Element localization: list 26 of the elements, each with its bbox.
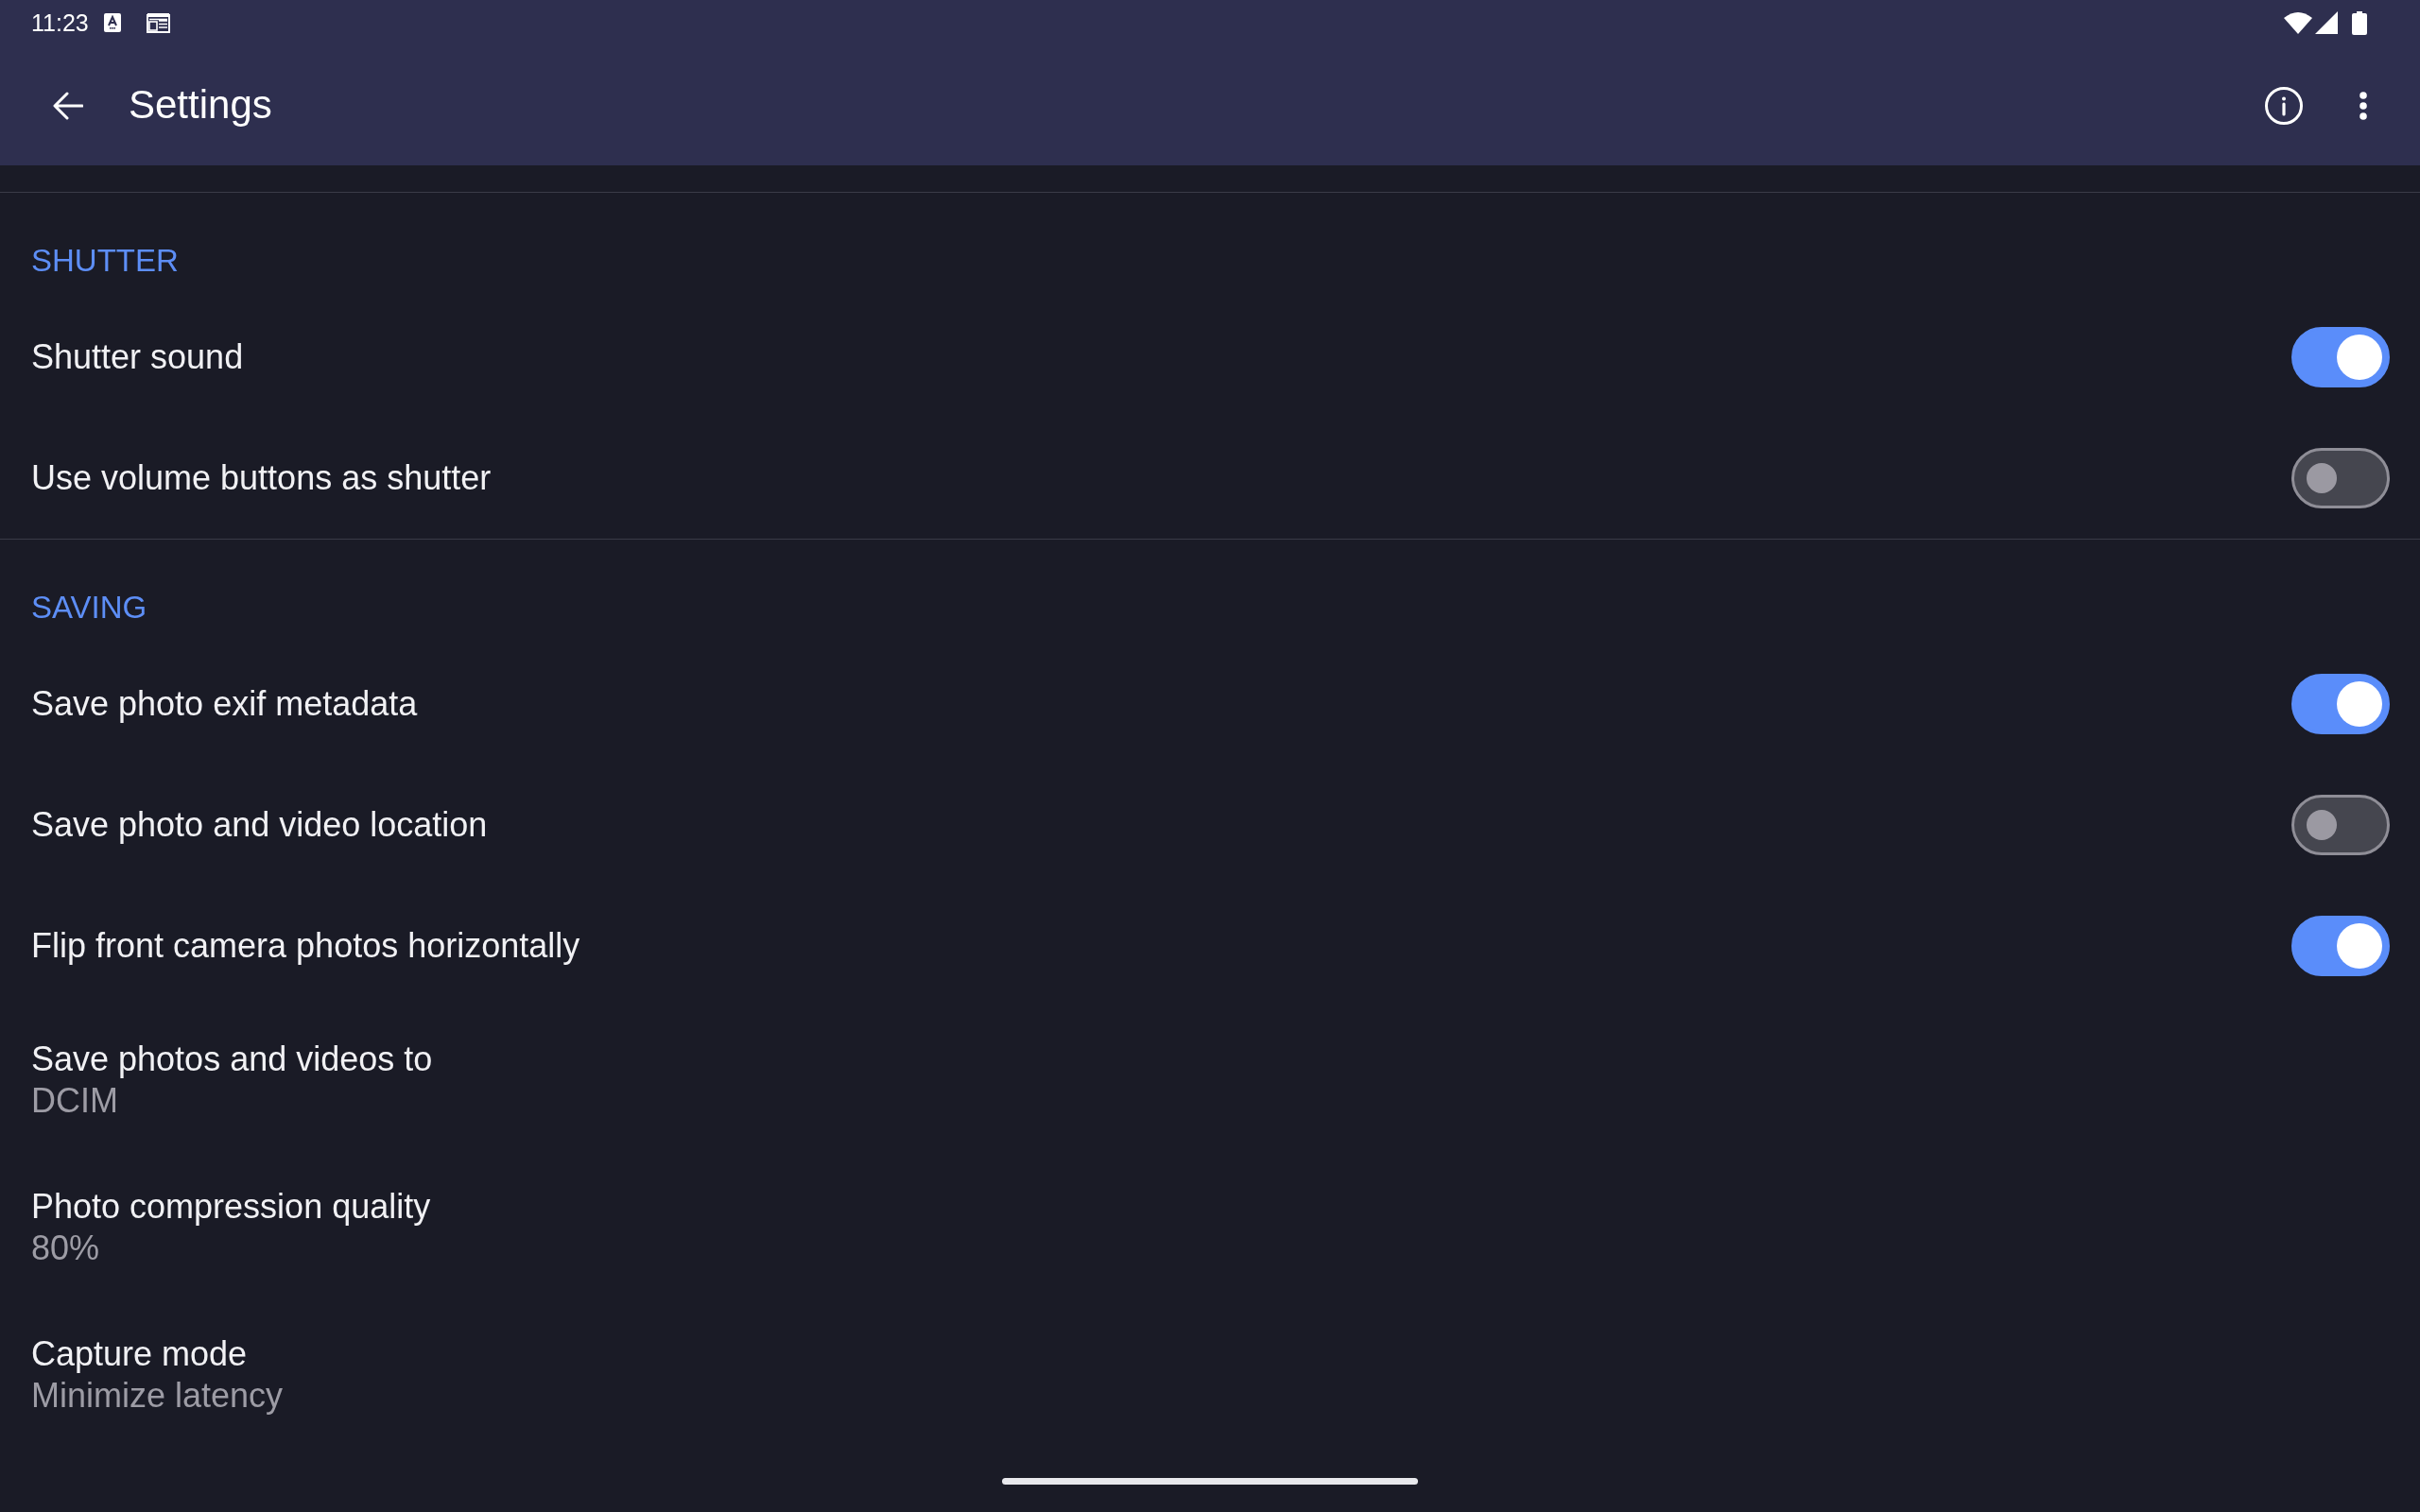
section-header: SAVING — [31, 590, 147, 625]
signal-icon — [2315, 11, 2338, 34]
setting-title: Flip front camera photos horizontally — [31, 925, 580, 967]
setting-title: Photo compression quality — [31, 1186, 431, 1228]
setting-title: Save photo and video location — [31, 804, 488, 846]
letter-a-icon — [103, 13, 121, 32]
screen-title: Settings — [129, 81, 272, 129]
wifi-icon — [2284, 11, 2312, 34]
setting-title: Save photos and videos to — [31, 1039, 433, 1080]
toggle-switch[interactable] — [2291, 916, 2390, 976]
setting-title: Use volume buttons as shutter — [31, 457, 492, 499]
setting-title: Shutter sound — [31, 336, 244, 378]
info-icon[interactable] — [2265, 86, 2303, 125]
toggle-switch[interactable] — [2291, 674, 2390, 734]
setting-value: 80% — [31, 1228, 100, 1269]
setting-value: DCIM — [31, 1080, 118, 1122]
newspaper-icon — [146, 12, 170, 33]
more-options-icon[interactable] — [2360, 91, 2367, 120]
status-time: 11:23 — [31, 10, 89, 35]
toggle-switch[interactable] — [2291, 327, 2390, 387]
back-icon[interactable] — [53, 90, 83, 121]
section-header: SHUTTER — [31, 243, 179, 278]
battery-icon — [2352, 10, 2367, 35]
setting-value: Minimize latency — [31, 1375, 284, 1417]
setting-title: Save photo exif metadata — [31, 683, 418, 725]
setting-title: Capture mode — [31, 1333, 248, 1375]
